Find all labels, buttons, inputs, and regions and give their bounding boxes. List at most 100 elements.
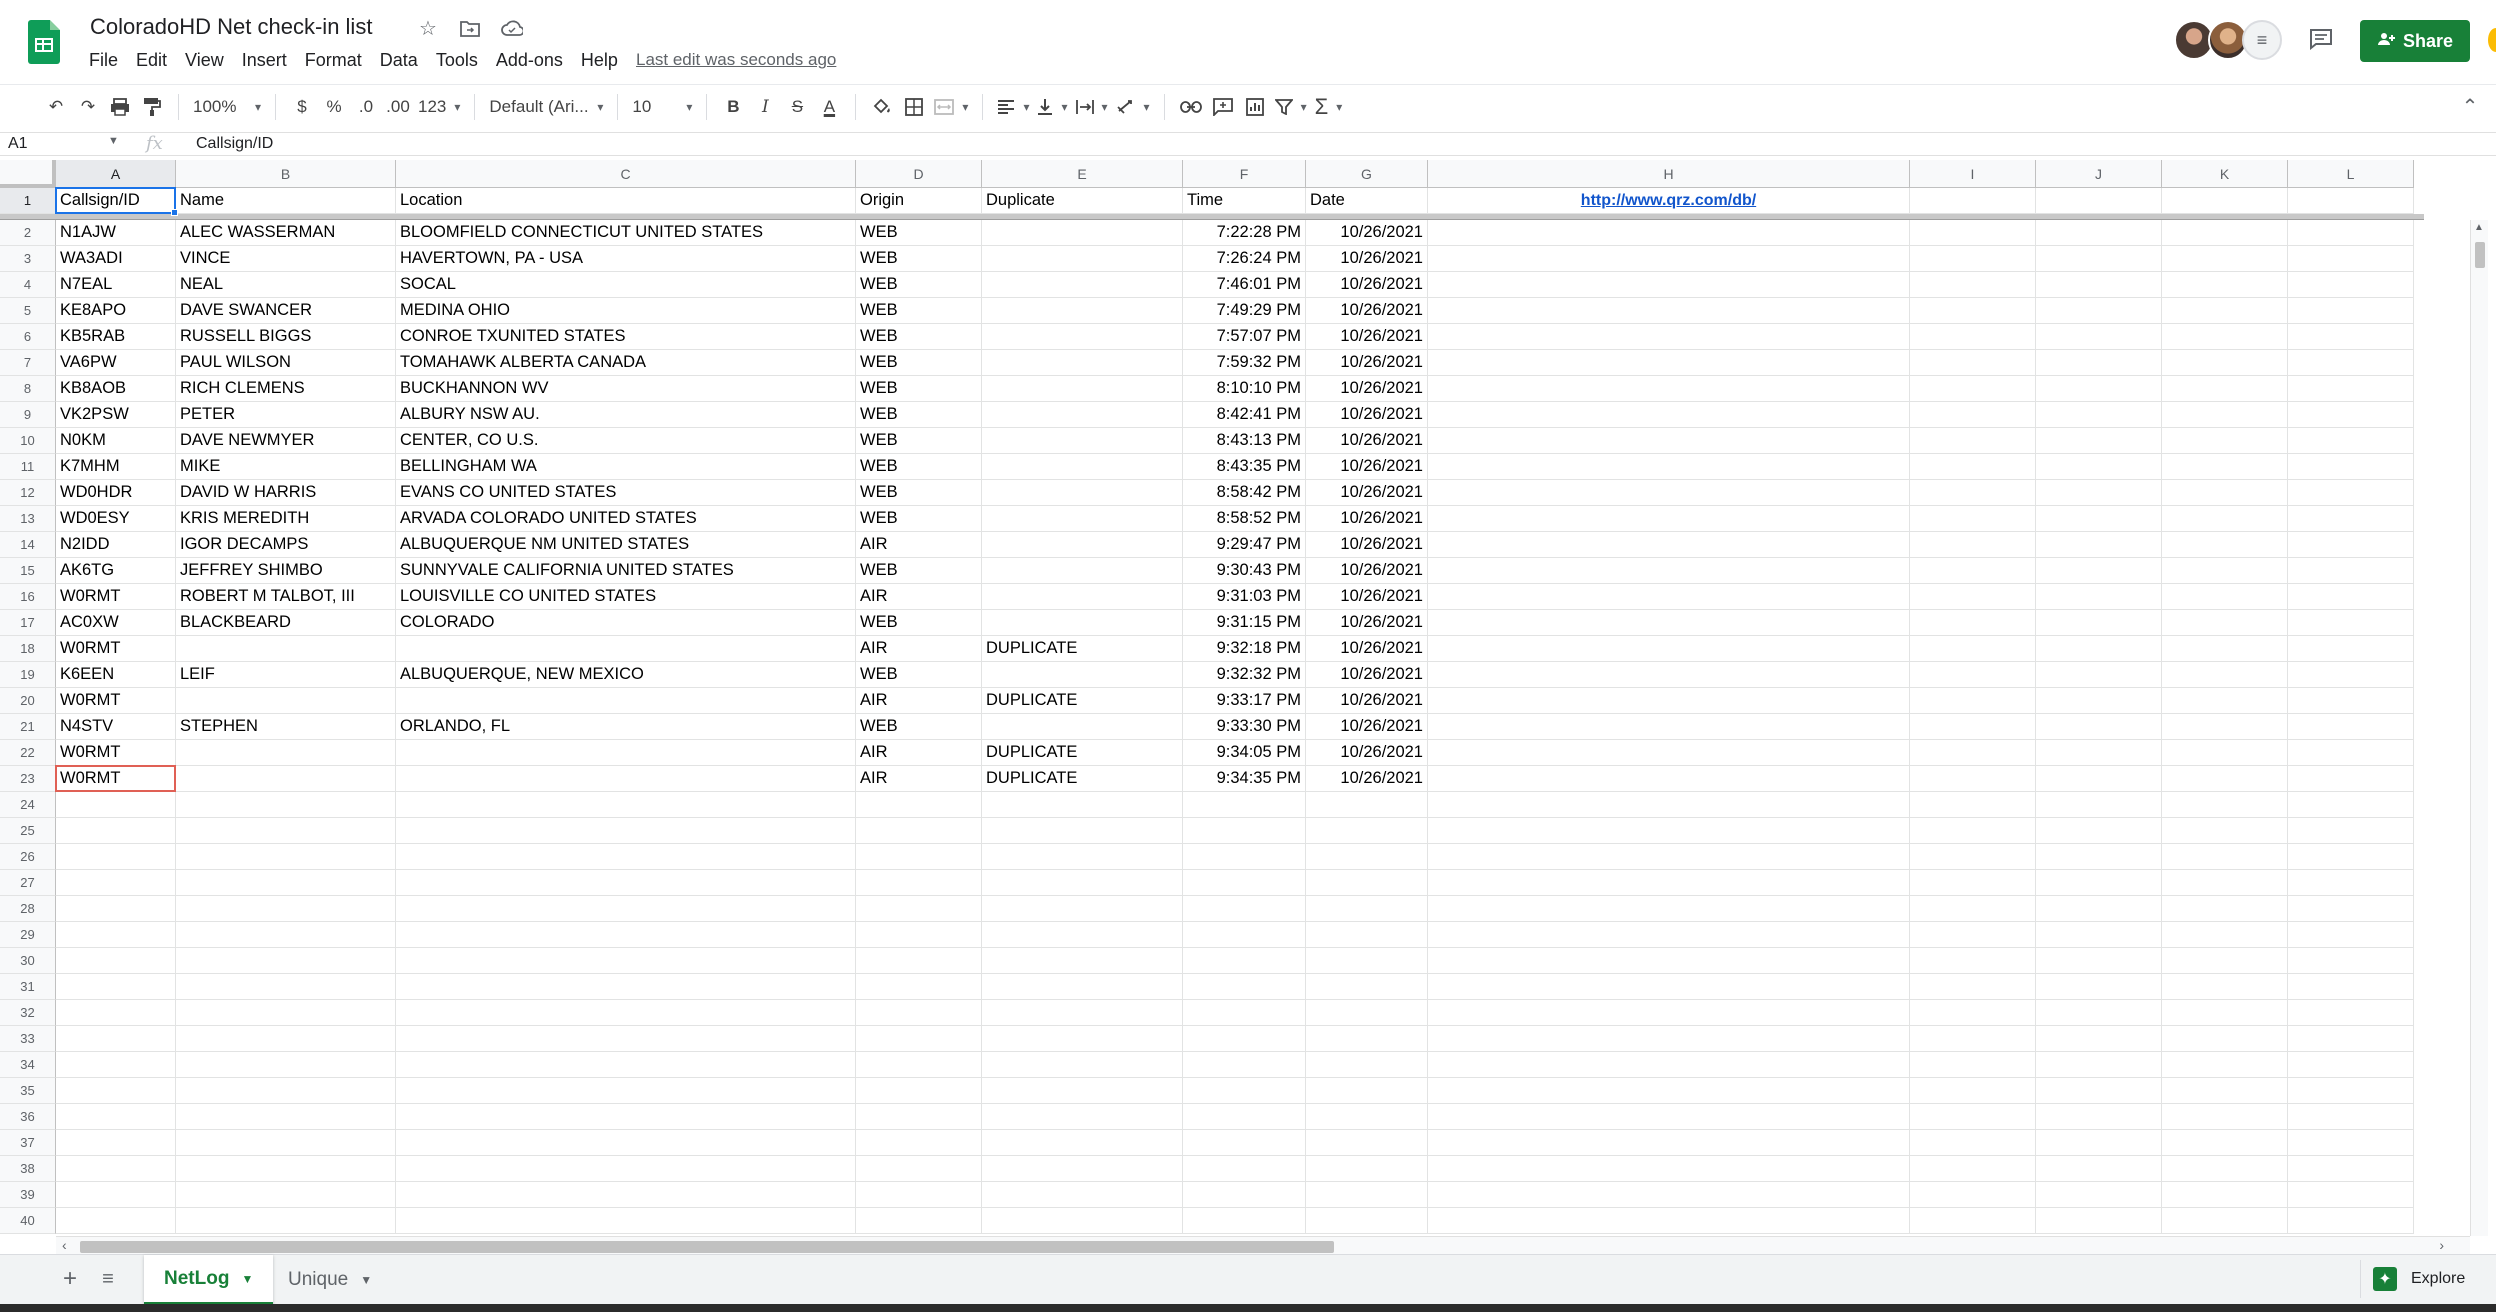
- table-cell[interactable]: [2162, 870, 2288, 896]
- table-cell[interactable]: [2288, 688, 2414, 714]
- table-cell[interactable]: [1428, 584, 1910, 610]
- table-cell[interactable]: [2162, 298, 2288, 324]
- table-cell[interactable]: [1428, 974, 1910, 1000]
- table-cell[interactable]: [2162, 974, 2288, 1000]
- font-size-select[interactable]: 10: [628, 91, 696, 123]
- table-cell[interactable]: [2036, 1156, 2162, 1182]
- increase-decimal-button[interactable]: .00: [382, 91, 414, 123]
- table-cell[interactable]: [982, 1000, 1183, 1026]
- table-cell[interactable]: [1910, 428, 2036, 454]
- sheets-logo-icon[interactable]: [28, 20, 60, 64]
- table-cell[interactable]: WEB: [856, 324, 982, 350]
- table-cell[interactable]: [1183, 844, 1306, 870]
- table-cell[interactable]: [2036, 350, 2162, 376]
- table-cell[interactable]: [856, 922, 982, 948]
- table-cell[interactable]: WEB: [856, 246, 982, 272]
- table-cell[interactable]: [1910, 1104, 2036, 1130]
- table-cell[interactable]: [1183, 792, 1306, 818]
- table-cell[interactable]: NEAL: [176, 272, 396, 298]
- table-cell[interactable]: [2036, 220, 2162, 246]
- table-cell[interactable]: [2288, 428, 2414, 454]
- table-cell[interactable]: COLORADO: [396, 610, 856, 636]
- table-cell[interactable]: WEB: [856, 662, 982, 688]
- table-cell[interactable]: ALBUQUERQUE, NEW MEXICO: [396, 662, 856, 688]
- table-cell[interactable]: WEB: [856, 220, 982, 246]
- table-cell[interactable]: [982, 1208, 1183, 1234]
- header-cell[interactable]: Date: [1306, 188, 1428, 214]
- table-cell[interactable]: [856, 844, 982, 870]
- table-cell[interactable]: [1428, 1026, 1910, 1052]
- table-cell[interactable]: [2288, 818, 2414, 844]
- table-cell[interactable]: [2288, 350, 2414, 376]
- table-cell[interactable]: [1183, 922, 1306, 948]
- fill-handle[interactable]: [171, 209, 178, 216]
- table-cell[interactable]: [2036, 480, 2162, 506]
- table-cell[interactable]: [176, 1078, 396, 1104]
- table-cell[interactable]: [1306, 948, 1428, 974]
- table-cell[interactable]: [56, 1208, 176, 1234]
- column-header[interactable]: A: [56, 160, 176, 188]
- header-cell[interactable]: Time: [1183, 188, 1306, 214]
- table-cell[interactable]: [2288, 402, 2414, 428]
- text-wrap-icon[interactable]: [1072, 91, 1112, 123]
- redo-icon[interactable]: ↷: [72, 91, 104, 123]
- table-cell[interactable]: BLOOMFIELD CONNECTICUT UNITED STATES: [396, 220, 856, 246]
- table-cell[interactable]: AIR: [856, 636, 982, 662]
- row-header[interactable]: 15: [0, 558, 56, 584]
- table-cell[interactable]: 9:33:30 PM: [1183, 714, 1306, 740]
- table-cell[interactable]: SUNNYVALE CALIFORNIA UNITED STATES: [396, 558, 856, 584]
- table-cell[interactable]: [856, 792, 982, 818]
- row-header[interactable]: 11: [0, 454, 56, 480]
- table-cell[interactable]: 10/26/2021: [1306, 766, 1428, 792]
- table-cell[interactable]: [2288, 740, 2414, 766]
- table-cell[interactable]: [2162, 428, 2288, 454]
- table-cell[interactable]: DUPLICATE: [982, 740, 1183, 766]
- table-cell[interactable]: [176, 1052, 396, 1078]
- table-cell[interactable]: BELLINGHAM WA: [396, 454, 856, 480]
- table-cell[interactable]: 9:34:35 PM: [1183, 766, 1306, 792]
- table-cell[interactable]: [2288, 246, 2414, 272]
- table-cell[interactable]: AC0XW: [56, 610, 176, 636]
- table-cell[interactable]: [982, 1156, 1183, 1182]
- table-cell[interactable]: [1910, 298, 2036, 324]
- table-cell[interactable]: PETER: [176, 402, 396, 428]
- row-header[interactable]: 20: [0, 688, 56, 714]
- table-cell[interactable]: [2036, 532, 2162, 558]
- table-cell[interactable]: 10/26/2021: [1306, 636, 1428, 662]
- table-cell[interactable]: [2162, 220, 2288, 246]
- table-cell[interactable]: [2162, 662, 2288, 688]
- font-family-select[interactable]: Default (Ari...: [485, 91, 607, 123]
- table-cell[interactable]: ALBUQUERQUE NM UNITED STATES: [396, 532, 856, 558]
- table-cell[interactable]: [1910, 844, 2036, 870]
- strikethrough-button[interactable]: S: [781, 91, 813, 123]
- menu-help[interactable]: Help: [572, 46, 627, 75]
- table-cell[interactable]: 10/26/2021: [1306, 714, 1428, 740]
- table-cell[interactable]: [2162, 922, 2288, 948]
- row-header[interactable]: 38: [0, 1156, 56, 1182]
- table-cell[interactable]: [396, 896, 856, 922]
- table-cell[interactable]: [982, 844, 1183, 870]
- table-cell[interactable]: [1306, 818, 1428, 844]
- row-header[interactable]: 6: [0, 324, 56, 350]
- table-cell[interactable]: W0RMT: [56, 766, 176, 792]
- table-cell[interactable]: [1306, 974, 1428, 1000]
- table-cell[interactable]: [176, 844, 396, 870]
- table-cell[interactable]: [1183, 818, 1306, 844]
- table-cell[interactable]: 9:33:17 PM: [1183, 688, 1306, 714]
- table-cell[interactable]: [176, 636, 396, 662]
- table-cell[interactable]: WEB: [856, 350, 982, 376]
- table-cell[interactable]: [176, 1000, 396, 1026]
- table-cell[interactable]: [2288, 324, 2414, 350]
- table-cell[interactable]: [2162, 1156, 2288, 1182]
- table-cell[interactable]: [2288, 766, 2414, 792]
- table-cell[interactable]: [1910, 792, 2036, 818]
- table-cell[interactable]: [2288, 1078, 2414, 1104]
- row-header[interactable]: 10: [0, 428, 56, 454]
- table-cell[interactable]: CONROE TXUNITED STATES: [396, 324, 856, 350]
- table-cell[interactable]: 10/26/2021: [1306, 480, 1428, 506]
- chevron-down-icon[interactable]: ▼: [241, 1272, 253, 1286]
- table-cell[interactable]: [2036, 792, 2162, 818]
- table-cell[interactable]: [176, 922, 396, 948]
- table-cell[interactable]: [2036, 454, 2162, 480]
- table-cell[interactable]: 10/26/2021: [1306, 298, 1428, 324]
